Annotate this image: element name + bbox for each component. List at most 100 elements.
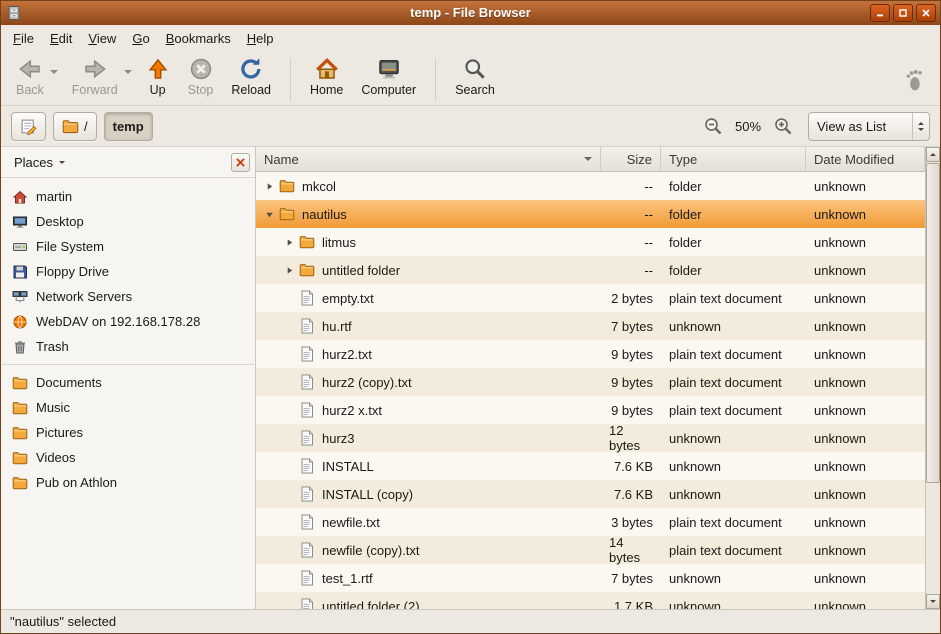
column-header-size[interactable]: Size [601,147,661,171]
text-file-icon [299,542,315,558]
size-cell: 9 bytes [601,396,661,424]
file-row-hurz2-txt[interactable]: hurz2.txt9 bytesplain text documentunkno… [256,340,925,368]
edit-location-icon [20,118,37,135]
home-button[interactable]: Home [301,54,352,100]
file-row-litmus[interactable]: litmus--folderunknown [256,228,925,256]
view-mode-spinner[interactable] [912,113,929,140]
reload-button[interactable]: Reload [222,54,280,100]
view-mode-selector[interactable]: View as List [808,112,930,141]
sidebar-item-pictures[interactable]: Pictures [1,420,255,445]
expander-spacer [282,571,296,585]
sidebar-item-floppy-drive[interactable]: Floppy Drive [1,259,255,284]
scroll-down-button[interactable] [926,594,940,609]
date-modified-cell: unknown [806,200,925,228]
up-button[interactable]: Up [137,54,179,100]
back-history-dropdown[interactable] [48,57,60,87]
date-modified-cell: unknown [806,340,925,368]
titlebar[interactable]: temp - File Browser [1,1,940,25]
file-row-untitled-folder-2[interactable]: untitled folder (2)1.7 KBunknownunknown [256,592,925,609]
close-button[interactable] [916,4,936,22]
places-dropdown-icon [59,161,65,164]
sidebar-item-documents[interactable]: Documents [1,370,255,395]
column-header-date-modified[interactable]: Date Modified [806,147,925,171]
column-header-type[interactable]: Type [661,147,806,171]
size-cell: -- [601,200,661,228]
zoom-out-icon[interactable] [703,116,723,136]
menu-file[interactable]: File [5,27,42,50]
place-label: Documents [36,375,102,390]
size-cell: 1.7 KB [601,592,661,609]
file-row-empty-txt[interactable]: empty.txt2 bytesplain text documentunkno… [256,284,925,312]
places-sidebar: Places martinDesktopFile SystemFloppy Dr… [1,147,256,609]
computer-label: Computer [361,83,416,97]
file-name: hurz2 x.txt [322,403,382,418]
menu-help[interactable]: Help [239,27,282,50]
sidebar-item-videos[interactable]: Videos [1,445,255,470]
menu-edit[interactable]: Edit [42,27,80,50]
menu-view[interactable]: View [80,27,124,50]
menu-go[interactable]: Go [124,27,157,50]
sidebar-item-music[interactable]: Music [1,395,255,420]
name-cell: untitled folder (2) [256,592,601,609]
computer-button[interactable]: Computer [352,54,425,100]
type-cell: unknown [661,312,806,340]
minimize-button[interactable] [870,4,890,22]
path-button-temp[interactable]: temp [104,112,153,141]
scroll-up-button[interactable] [926,147,940,162]
scrollbar-thumb[interactable] [926,163,940,483]
folder-icon [299,234,315,250]
sidebar-item-file-system[interactable]: File System [1,234,255,259]
path-button-[interactable]: / [53,112,97,141]
places-selector[interactable]: Places [8,152,71,173]
sidebar-item-network-servers[interactable]: Network Servers [1,284,255,309]
search-button[interactable]: Search [446,54,504,100]
name-cell: mkcol [256,172,601,200]
file-row-hu-rtf[interactable]: hu.rtf7 bytesunknownunknown [256,312,925,340]
zoom-in-icon[interactable] [773,116,793,136]
menu-bookmarks[interactable]: Bookmarks [158,27,239,50]
file-row-install-copy[interactable]: INSTALL (copy)7.6 KBunknownunknown [256,480,925,508]
edit-location-button[interactable] [11,112,46,141]
sidebar-item-pub-on-athlon[interactable]: Pub on Athlon [1,470,255,495]
size-cell: 7.6 KB [601,452,661,480]
file-list-area: NameSizeTypeDate Modified mkcol--folderu… [256,147,940,609]
forward-history-dropdown[interactable] [122,57,134,87]
file-row-test-1-rtf[interactable]: test_1.rtf7 bytesunknownunknown [256,564,925,592]
type-cell: folder [661,228,806,256]
file-row-newfile-copy-txt[interactable]: newfile (copy).txt14 bytesplain text doc… [256,536,925,564]
sidebar-close-button[interactable] [231,153,250,172]
file-row-untitled-folder[interactable]: untitled folder--folderunknown [256,256,925,284]
file-name: empty.txt [322,291,374,306]
place-label: Network Servers [36,289,132,304]
file-row-install[interactable]: INSTALL7.6 KBunknownunknown [256,452,925,480]
vertical-scrollbar[interactable] [925,147,940,609]
scrollbar-trough[interactable] [926,162,940,594]
file-row-hurz2-copy-txt[interactable]: hurz2 (copy).txt9 bytesplain text docume… [256,368,925,396]
file-name: mkcol [302,179,336,194]
type-cell: unknown [661,564,806,592]
toolbar-separator [435,58,436,101]
file-row-hurz3[interactable]: hurz312 bytesunknownunknown [256,424,925,452]
name-cell: newfile (copy).txt [256,536,601,564]
sidebar-item-desktop[interactable]: Desktop [1,209,255,234]
sidebar-item-martin[interactable]: martin [1,184,255,209]
expander-spacer [282,599,296,609]
file-row-newfile-txt[interactable]: newfile.txt3 bytesplain text documentunk… [256,508,925,536]
text-file-icon [299,430,315,446]
file-row-mkcol[interactable]: mkcol--folderunknown [256,172,925,200]
expander-collapsed-icon[interactable] [282,263,296,277]
sidebar-item-trash[interactable]: Trash [1,334,255,359]
expander-expanded-icon[interactable] [262,207,276,221]
name-cell: INSTALL [256,452,601,480]
file-row-hurz2-x-txt[interactable]: hurz2 x.txt9 bytesplain text documentunk… [256,396,925,424]
up-icon [146,57,170,81]
date-modified-cell: unknown [806,536,925,564]
maximize-button[interactable] [893,4,913,22]
file-row-nautilus[interactable]: nautilus--folderunknown [256,200,925,228]
expander-collapsed-icon[interactable] [262,179,276,193]
sidebar-item-webdav-on-192-168-178-28[interactable]: WebDAV on 192.168.178.28 [1,309,255,334]
maximize-icon [898,8,908,18]
expander-collapsed-icon[interactable] [282,235,296,249]
column-header-label: Date Modified [814,152,894,167]
column-header-name[interactable]: Name [256,147,601,171]
